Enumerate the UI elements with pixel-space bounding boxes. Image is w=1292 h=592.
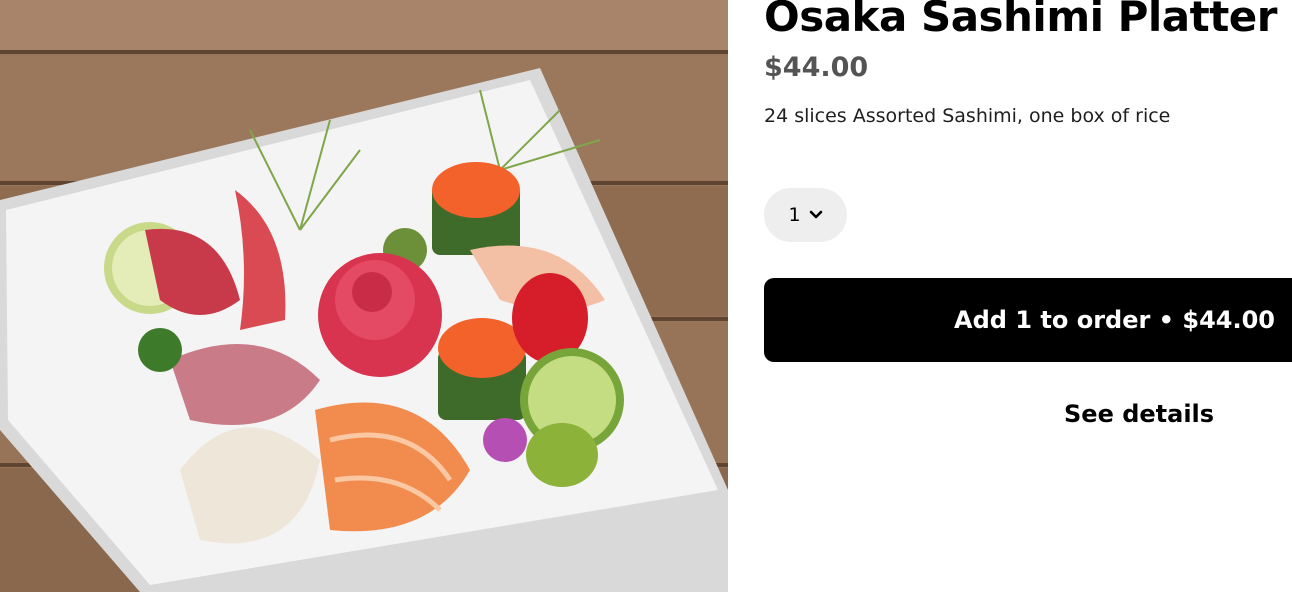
item-price: $44.00 (764, 52, 869, 83)
item-description: 24 slices Assorted Sashimi, one box of r… (764, 105, 1171, 127)
add-to-order-label: Add 1 to order • $44.00 (954, 306, 1275, 334)
add-to-order-button[interactable]: Add 1 to order • $44.00 (764, 278, 1292, 362)
sashimi-platter-image (0, 0, 728, 592)
quantity-value: 1 (788, 204, 801, 226)
item-details-panel: Osaka Sashimi Platter $44.00 24 slices A… (764, 0, 1292, 592)
chevron-down-icon (809, 210, 822, 219)
dish-photo (0, 0, 728, 592)
quantity-select[interactable]: 1 (764, 188, 847, 242)
see-details-link[interactable]: See details (1064, 400, 1214, 428)
item-title: Osaka Sashimi Platter (764, 0, 1277, 41)
